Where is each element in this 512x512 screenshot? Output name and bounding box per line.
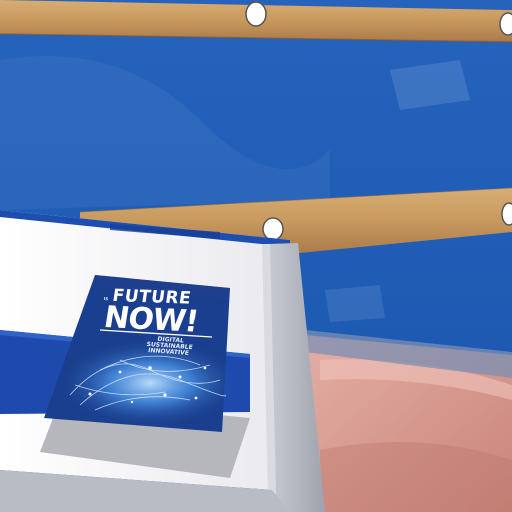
slat-screw xyxy=(501,202,512,226)
slat-screw xyxy=(499,12,512,36)
poster-tagline: DIGITAL SUSTAINABLE INNOVATIVE xyxy=(145,336,194,357)
poster-headline-main: NOW! xyxy=(101,300,201,340)
scene-background xyxy=(0,0,512,512)
slat-screw xyxy=(262,217,284,241)
sofa-shadow xyxy=(320,442,512,512)
wall-reflection-3 xyxy=(325,285,385,322)
scene: IS FUTURE NOW! DIGITAL SUSTAINABLE INNOV… xyxy=(0,0,512,512)
slat-screw xyxy=(245,1,267,27)
